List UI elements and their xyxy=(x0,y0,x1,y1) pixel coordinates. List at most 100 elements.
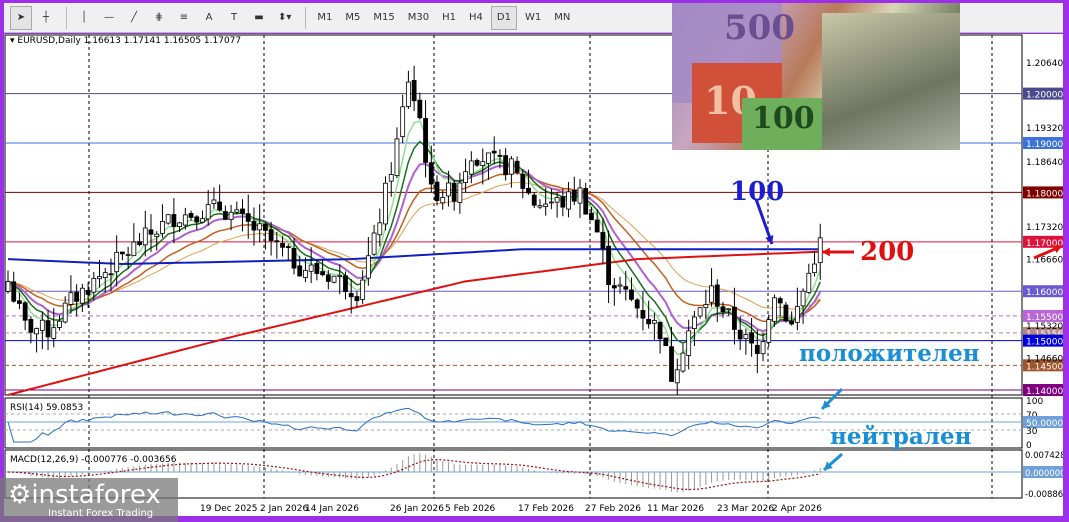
candle xyxy=(91,278,97,293)
date-label: 27 Feb 2026 xyxy=(585,504,641,514)
macd-label: MACD(12,26,9) -0.000776 -0.003656 xyxy=(10,455,177,465)
horizontal-line-icon[interactable]: — xyxy=(98,6,120,30)
candle xyxy=(62,302,68,323)
candle xyxy=(337,274,343,277)
candle xyxy=(423,117,428,163)
fibo-levels-icon[interactable]: ≡ xyxy=(173,6,195,30)
candle xyxy=(794,306,800,323)
ma-lightgreen xyxy=(7,120,821,356)
candle xyxy=(634,299,640,309)
level-label: 1.14000 xyxy=(1026,387,1063,397)
crosshair-icon[interactable]: ┼ xyxy=(35,6,57,30)
candle xyxy=(720,306,726,313)
candle xyxy=(377,222,383,236)
candle xyxy=(240,208,245,214)
candle xyxy=(280,242,285,248)
candle xyxy=(571,189,577,202)
candle xyxy=(314,263,320,274)
toolbar-separator xyxy=(66,6,67,29)
candle xyxy=(68,292,74,305)
candle xyxy=(457,182,463,203)
candle xyxy=(205,204,211,220)
candle xyxy=(57,320,62,328)
candle xyxy=(703,304,709,309)
candle xyxy=(262,223,268,231)
candle xyxy=(245,213,251,222)
price-tick-label: 1.16660 xyxy=(1026,256,1063,266)
candle xyxy=(520,174,526,189)
timeframe-m1[interactable]: M1 xyxy=(312,6,337,30)
candle xyxy=(714,284,720,307)
fibonacci-icon[interactable]: ⋕ xyxy=(148,6,170,30)
date-label: 19 Dec 2025 xyxy=(200,504,258,514)
trendline-icon[interactable]: ╱ xyxy=(123,6,145,30)
candle xyxy=(194,216,200,223)
candle xyxy=(594,219,600,233)
candle xyxy=(5,281,11,292)
candle xyxy=(709,285,714,303)
timeframe-h1[interactable]: H1 xyxy=(437,6,461,30)
toolbar-separator xyxy=(305,6,307,29)
candle xyxy=(268,229,274,242)
instaforex-logo: ⚙instaforex Instant Forex Trading xyxy=(0,478,178,522)
date-label: 11 Mar 2026 xyxy=(647,504,704,514)
vertical-line-icon[interactable]: │ xyxy=(73,6,95,30)
candle xyxy=(434,181,440,201)
timeframe-mn[interactable]: MN xyxy=(549,6,575,30)
candle xyxy=(148,229,154,235)
candle xyxy=(177,222,183,228)
timeframe-w1[interactable]: W1 xyxy=(520,6,546,30)
candle xyxy=(234,209,240,213)
note-100: 100 xyxy=(752,101,815,136)
candle xyxy=(606,245,611,286)
candle xyxy=(125,254,131,256)
rectangle-icon[interactable]: ▬ xyxy=(248,6,270,30)
candle xyxy=(537,205,543,208)
ma-orange-thin xyxy=(7,181,821,310)
candle xyxy=(34,328,40,335)
candle xyxy=(160,221,165,234)
macd-scale-label: 0.000000 xyxy=(1025,469,1063,479)
annotation-ma100: 100 xyxy=(730,177,785,207)
candle xyxy=(120,251,125,255)
rsi-scale-label: 100 xyxy=(1026,397,1043,407)
candle xyxy=(303,269,308,278)
candle xyxy=(508,158,514,175)
candle xyxy=(543,203,549,207)
candle xyxy=(108,273,114,276)
candle xyxy=(697,307,703,317)
candle xyxy=(451,182,457,202)
timeframe-m5[interactable]: M5 xyxy=(340,6,365,30)
candle xyxy=(411,80,417,102)
level-label: 1.20000 xyxy=(1026,91,1063,101)
level-label: 1.15000 xyxy=(1026,338,1063,348)
candle xyxy=(577,187,583,204)
candle xyxy=(531,194,537,206)
cursor-icon[interactable]: ➤ xyxy=(10,5,32,30)
candle xyxy=(789,321,795,325)
date-label: 17 Feb 2026 xyxy=(518,504,574,514)
candle xyxy=(365,255,371,279)
candle xyxy=(440,197,446,204)
ohlc-values: 1.16613 1.17141 1.16505 1.17077 xyxy=(83,36,242,46)
timeframe-m15[interactable]: M15 xyxy=(368,6,399,30)
candle xyxy=(354,296,360,301)
text-label-icon[interactable]: T xyxy=(223,6,245,30)
ma-orange xyxy=(7,172,821,323)
timeframe-m30[interactable]: M30 xyxy=(403,6,434,30)
timeframe-h4[interactable]: H4 xyxy=(464,6,488,30)
candle xyxy=(463,171,469,183)
candle xyxy=(51,327,57,339)
candle xyxy=(142,227,148,246)
timeframe-d1[interactable]: D1 xyxy=(490,5,517,30)
arrows-icon[interactable]: ⬍▾ xyxy=(273,6,296,30)
candle xyxy=(137,241,142,245)
candle xyxy=(74,291,80,302)
candle xyxy=(663,337,669,347)
candle xyxy=(629,289,634,300)
candle xyxy=(560,196,566,208)
candle xyxy=(749,332,754,344)
text-icon[interactable]: A xyxy=(198,6,220,30)
price-tick-label: 1.18640 xyxy=(1026,158,1063,168)
chart-window[interactable]: 1.20000 1.19000 1.18000 1.17000 1.16000 1.155… xyxy=(0,3,1069,522)
